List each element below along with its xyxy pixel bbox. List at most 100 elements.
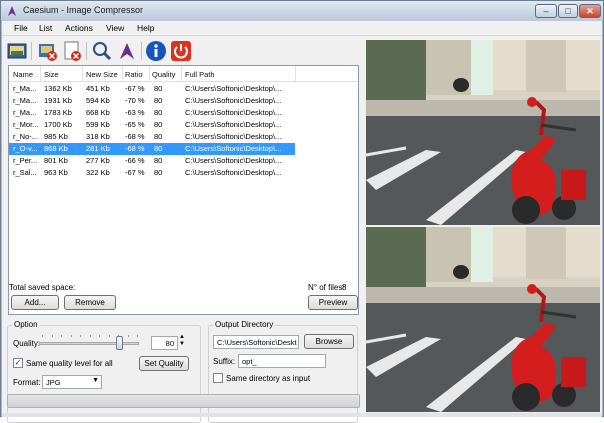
slider-tick [70, 335, 72, 337]
cell-path: C:\Users\Softonic\Desktop\... [185, 120, 282, 129]
table-row[interactable]: r_Ma... 1783 Kb 668 Kb -63 % 80 C:\Users\Soft… [9, 107, 295, 119]
browse-button[interactable]: Browse [304, 334, 354, 349]
cell-name: r_Ma... [13, 108, 37, 117]
total-saved-label: Total saved space: [9, 283, 76, 292]
menu-list[interactable]: List [39, 23, 52, 33]
file-list[interactable]: Name Size New Size Ratio Quality Full Pa… [8, 65, 359, 315]
remove-button[interactable]: Remove [64, 295, 116, 310]
cell-size: 1783 Kb [44, 108, 72, 117]
suffix-input[interactable]: opt_ [238, 354, 326, 368]
menu-actions[interactable]: Actions [65, 23, 93, 33]
compress-icon[interactable] [116, 40, 138, 62]
status-strip [2, 413, 602, 417]
table-row[interactable]: r_Ma... 1931 Kb 594 Kb -70 % 80 C:\Users\Soft… [9, 95, 295, 107]
cell-size: 868 Kb [44, 144, 68, 153]
cell-quality: 80 [154, 96, 163, 105]
table-row[interactable]: r_Ma... 1362 Kb 451 Kb -67 % 80 C:\Users\Soft… [9, 83, 295, 95]
format-label: Format: [13, 378, 41, 387]
cell-path: C:\Users\Softonic\Desktop\... [185, 84, 282, 93]
option-group-title: Option [12, 320, 40, 329]
slider-tick [89, 335, 91, 337]
cell-size: 1700 Kb [44, 120, 72, 129]
same-quality-checkbox[interactable]: ✓ [13, 358, 23, 368]
cell-new-size: 281 Kb [86, 144, 110, 153]
output-dir-input[interactable]: C:\Users\Softonic\Deskt [213, 335, 299, 349]
cell-quality: 80 [154, 144, 163, 153]
close-button[interactable]: ✕ [579, 4, 601, 18]
output-group-title: Output Directory [213, 320, 276, 329]
cell-size: 985 Kb [44, 132, 68, 141]
cell-path: C:\Users\Softonic\Desktop\... [185, 132, 282, 141]
cell-path: C:\Users\Softonic\Desktop\... [185, 96, 282, 105]
cell-size: 801 Kb [44, 156, 68, 165]
progress-bar [7, 394, 360, 408]
same-quality-label: Same quality level for all [26, 359, 113, 368]
table-row[interactable]: r_O-v... 868 Kb 281 Kb -68 % 80 C:\Users\Soft… [9, 143, 295, 155]
cell-quality: 80 [154, 156, 163, 165]
file-count-value: 8 [342, 283, 347, 292]
preview-button[interactable]: Preview [308, 295, 358, 310]
table-row[interactable]: r_Sal... 963 Kb 322 Kb -67 % 80 C:\Users\Soft… [9, 167, 295, 179]
slider-tick [127, 335, 129, 337]
cell-name: r_Mor... [13, 120, 39, 129]
original-image-preview [366, 40, 600, 225]
title-bar: Caesium - Image Compressor – □ ✕ [1, 1, 603, 21]
slider-tick [61, 335, 62, 337]
cell-name: r_Sal... [13, 168, 37, 177]
cell-ratio: -68 % [125, 132, 145, 141]
menu-view[interactable]: View [106, 23, 124, 33]
column-header-size[interactable]: Size [44, 70, 59, 79]
toolbar-separator [31, 42, 32, 60]
format-select[interactable]: JPG ▼ [42, 375, 102, 389]
cell-ratio: -68 % [125, 144, 145, 153]
client-area: Name Size New Size Ratio Quality Full Pa… [2, 36, 602, 423]
same-directory-checkbox[interactable] [213, 373, 223, 383]
list-header: Name Size New Size Ratio Quality Full Pa… [9, 66, 358, 82]
menu-help[interactable]: Help [137, 23, 154, 33]
table-row[interactable]: r_Mor... 1700 Kb 599 Kb -65 % 80 C:\Users\Sof… [9, 119, 295, 131]
open-icon[interactable] [6, 40, 28, 62]
set-quality-button[interactable]: Set Quality [139, 356, 189, 371]
zoom-icon[interactable] [91, 40, 113, 62]
slider-tick [137, 335, 138, 337]
quality-slider-thumb[interactable] [116, 336, 123, 350]
clear-list-icon[interactable] [61, 40, 83, 62]
menu-file[interactable]: File [14, 23, 28, 33]
quality-label: Quality: [13, 339, 41, 348]
slider-tick [42, 335, 43, 337]
power-icon[interactable] [170, 40, 192, 62]
slider-tick [51, 335, 53, 337]
cell-size: 963 Kb [44, 168, 68, 177]
cell-quality: 80 [154, 120, 163, 129]
minimize-button[interactable]: – [535, 4, 557, 18]
cell-quality: 80 [154, 168, 163, 177]
cell-ratio: -63 % [125, 108, 145, 117]
quality-input[interactable]: 80 [151, 336, 178, 350]
info-icon[interactable] [145, 40, 167, 62]
cell-name: r_O-v... [13, 144, 38, 153]
column-header-quality[interactable]: Quality [152, 70, 175, 79]
toolbar [4, 38, 364, 64]
quality-spinner-icon[interactable]: ▲ ▼ [179, 334, 185, 348]
cell-ratio: -67 % [125, 84, 145, 93]
window-title: Caesium - Image Compressor [23, 5, 144, 15]
quality-slider-track[interactable] [39, 342, 139, 345]
column-header-full-path[interactable]: Full Path [185, 70, 215, 79]
column-header-ratio[interactable]: Ratio [125, 70, 143, 79]
cell-new-size: 277 Kb [86, 156, 110, 165]
table-row[interactable]: r_Per... 801 Kb 277 Kb -66 % 80 C:\Users\Soft… [9, 155, 295, 167]
app-window: Caesium - Image Compressor – □ ✕ File Li… [0, 0, 604, 423]
file-count-label: N° of files: [308, 283, 345, 292]
cell-new-size: 318 Kb [86, 132, 110, 141]
slider-tick [108, 335, 110, 337]
caesium-logo-icon [8, 6, 16, 16]
cell-path: C:\Users\Softonic\Desktop\... [185, 168, 282, 177]
compressed-image-preview [366, 227, 600, 412]
maximize-button[interactable]: □ [558, 4, 578, 18]
column-header-new-size[interactable]: New Size [86, 70, 118, 79]
column-header-name[interactable]: Name [13, 70, 33, 79]
cell-quality: 80 [154, 108, 163, 117]
remove-item-icon[interactable] [36, 40, 58, 62]
add-button[interactable]: Add... [11, 295, 59, 310]
table-row[interactable]: r_No-... 985 Kb 318 Kb -68 % 80 C:\Users\Soft… [9, 131, 295, 143]
